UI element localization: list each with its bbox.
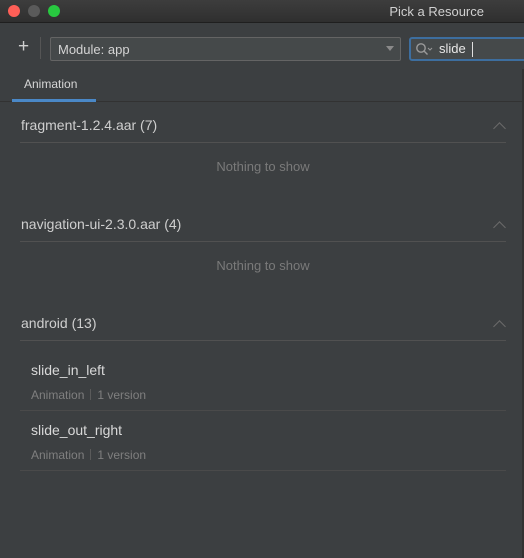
text-caret [472, 42, 473, 57]
add-resource-button[interactable]: + [18, 37, 29, 56]
toolbar: + Module: app slide [0, 23, 524, 69]
toolbar-separator [40, 37, 41, 59]
module-selector[interactable]: Module: app [50, 37, 401, 61]
dropdown-arrow-icon [386, 46, 394, 51]
chevron-up-icon[interactable] [493, 122, 506, 135]
empty-state: Nothing to show [216, 258, 310, 273]
chevron-up-icon[interactable] [493, 221, 506, 234]
module-selector-label: Module: app [58, 42, 130, 57]
tab-animation[interactable]: Animation [12, 69, 96, 102]
resource-type-tabs: Animation [0, 69, 524, 102]
close-window-icon[interactable] [8, 5, 20, 17]
zoom-window-icon[interactable] [48, 5, 60, 17]
resource-list: fragment-1.2.4.aar (7) Nothing to show n… [0, 102, 524, 558]
resource-name: slide_in_left [31, 362, 105, 378]
group-header[interactable]: navigation-ui-2.3.0.aar (4) [20, 201, 506, 242]
empty-state: Nothing to show [216, 159, 310, 174]
resource-type: Animation [31, 448, 85, 462]
chevron-up-icon[interactable] [493, 320, 506, 333]
tab-label: Animation [24, 77, 78, 91]
search-input[interactable]: slide [439, 41, 466, 56]
title-bar: Pick a Resource [0, 0, 524, 23]
minimize-window-icon[interactable] [28, 5, 40, 17]
search-field[interactable]: slide [409, 37, 524, 61]
group-title: fragment-1.2.4.aar (7) [21, 117, 158, 133]
group-title: navigation-ui-2.3.0.aar (4) [21, 216, 182, 232]
resource-item-slide-out-right[interactable]: slide_out_right Animation 1 version [20, 410, 506, 471]
resource-type: Animation [31, 388, 85, 402]
group-title: android (13) [21, 315, 97, 331]
resource-name: slide_out_right [31, 422, 123, 438]
group-header[interactable]: android (13) [20, 300, 506, 341]
resource-meta: Animation 1 version [31, 388, 146, 402]
window-title: Pick a Resource [389, 4, 484, 19]
resource-meta: Animation 1 version [31, 448, 146, 462]
group-header[interactable]: fragment-1.2.4.aar (7) [20, 102, 506, 143]
search-icon [416, 43, 433, 55]
meta-divider [90, 449, 92, 460]
resource-versions: 1 version [97, 448, 147, 462]
resource-versions: 1 version [97, 388, 147, 402]
resource-item-slide-in-left[interactable]: slide_in_left Animation 1 version [20, 350, 506, 411]
meta-divider [90, 389, 92, 400]
